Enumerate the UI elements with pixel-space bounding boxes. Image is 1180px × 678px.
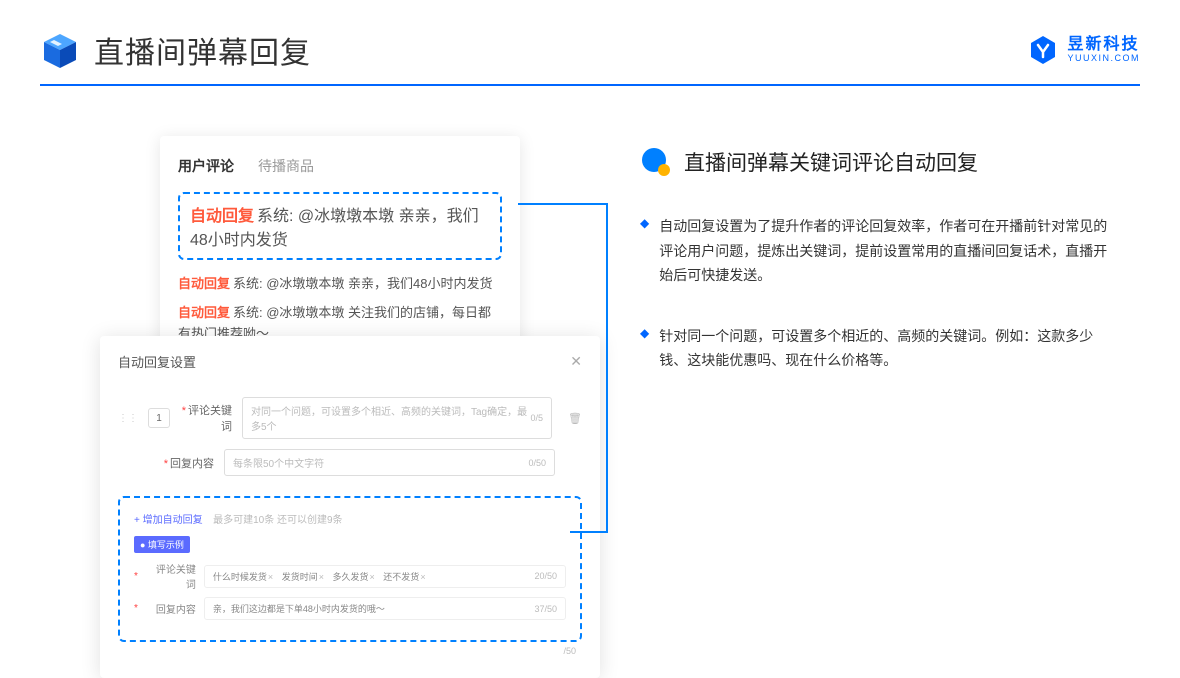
content-counter: 0/50 (528, 458, 546, 468)
ex-content-input[interactable]: 亲，我们这边都是下单48小时内发货的哦～ 37/50 (204, 597, 566, 620)
drag-handle-icon[interactable]: ⋮⋮ (118, 413, 138, 424)
bullet-text: 自动回复设置为了提升作者的评论回复效率，作者可在开播前针对常见的评论用户问题，提… (659, 214, 1110, 288)
add-auto-reply-link[interactable]: + 增加自动回复 (134, 515, 203, 526)
page-title: 直播间弹幕回复 (94, 28, 311, 72)
tag: 多久发货 (333, 572, 375, 582)
example-badge: ● 填写示例 (134, 536, 190, 553)
bullet-item: ◆ 自动回复设置为了提升作者的评论回复效率，作者可在开播前针对常见的评论用户问题… (640, 214, 1140, 288)
close-icon[interactable]: ✕ (570, 353, 582, 370)
content-input[interactable]: 每条限50个中文字符 0/50 (224, 449, 555, 476)
connector-line (606, 203, 608, 533)
auto-reply-badge: 自动回复 (178, 276, 230, 291)
ex-keyword-counter: 20/50 (534, 571, 557, 581)
ex-keyword-label: 评论关键词 (148, 561, 196, 591)
chat-bubble-icon (640, 146, 672, 178)
content-label: 回复内容 (170, 458, 214, 470)
keyword-label: 评论关键词 (188, 405, 232, 433)
logo-main-text: 昱新科技 (1067, 36, 1140, 54)
logo-sub-text: YUUXIN.COM (1067, 54, 1140, 64)
tab-pending-goods[interactable]: 待播商品 (258, 156, 314, 176)
ex-content-counter: 37/50 (534, 604, 557, 614)
settings-title: 自动回复设置 (118, 352, 196, 371)
section-title: 直播间弹幕关键词评论自动回复 (684, 147, 978, 177)
delete-icon[interactable]: 🗑 (568, 412, 582, 425)
bullet-text: 针对同一个问题，可设置多个相近的、高频的关键词。例如：这款多少钱、这块能优惠吗、… (659, 324, 1110, 373)
keyword-input[interactable]: 对同一个问题，可设置多个相近、高频的关键词，Tag确定，最多5个 0/5 (242, 397, 552, 439)
cube-icon (40, 30, 80, 70)
ex-content-label: 回复内容 (148, 601, 196, 616)
diamond-icon: ◆ (640, 216, 649, 288)
tab-user-comment[interactable]: 用户评论 (178, 156, 234, 176)
bullet-item: ◆ 针对同一个问题，可设置多个相近的、高频的关键词。例如：这款多少钱、这块能优惠… (640, 324, 1140, 373)
outer-counter: /50 (118, 646, 582, 656)
tag: 什么时候发货 (213, 572, 273, 582)
auto-reply-badge: 自动回复 (178, 305, 230, 320)
connector-line (518, 203, 608, 205)
auto-reply-settings-panel: 自动回复设置 ✕ ⋮⋮ 1 *评论关键词 对同一个问题，可设置多个相近、高频的关… (100, 336, 600, 678)
comment-row: 自动回复系统: @冰墩墩本墩 亲亲，我们48小时内发货 (178, 270, 502, 299)
comment-text: 系统: @冰墩墩本墩 亲亲，我们48小时内发货 (233, 276, 493, 291)
auto-reply-badge: 自动回复 (190, 208, 254, 225)
rule-number: 1 (148, 408, 170, 428)
tag: 发货时间 (282, 572, 324, 582)
brand-logo: 昱新科技 YUUXIN.COM (1027, 34, 1140, 66)
example-section: + 增加自动回复 最多可建10条 还可以创建9条 ● 填写示例 * 评论关键词 … (118, 496, 582, 642)
highlighted-comment: 自动回复系统: @冰墩墩本墩 亲亲，我们48小时内发货 (178, 192, 502, 260)
add-hint: 最多可建10条 还可以创建9条 (213, 515, 342, 526)
tag: 还不发货 (383, 572, 425, 582)
diamond-icon: ◆ (640, 326, 649, 373)
keyword-counter: 0/5 (531, 413, 544, 423)
ex-keyword-input[interactable]: 什么时候发货 发货时间 多久发货 还不发货 20/50 (204, 565, 566, 588)
